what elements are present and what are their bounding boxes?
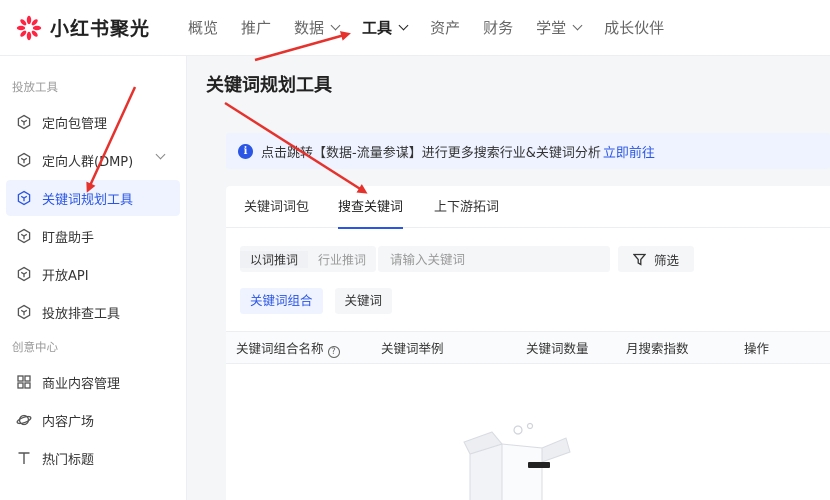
view-toggle: 关键词组合 关键词 <box>240 288 404 314</box>
filter-button[interactable]: 筛选 <box>618 246 695 272</box>
column-header-actions: 操作 <box>744 341 770 356</box>
brand-logo[interactable]: 小红书聚光 <box>16 14 188 41</box>
brand-logo-mark-icon <box>16 15 42 41</box>
table-header: 关键词组合名称? 关键词举例 关键词数量 月搜索指数 操作 <box>226 331 830 364</box>
nav-item-promotion[interactable]: 推广 <box>241 17 271 38</box>
nav-item-assets[interactable]: 资产 <box>430 17 460 38</box>
nav-item-finance[interactable]: 财务 <box>483 17 513 38</box>
nav-item-label: 财务 <box>483 19 514 37</box>
sidebar-item-hot-titles[interactable]: 热门标题 <box>6 440 180 476</box>
column-header-combination-name: 关键词组合名称? <box>236 332 340 365</box>
brand-name: 小红书聚光 <box>50 18 151 40</box>
hexagon-icon <box>16 266 32 282</box>
nav-item-label: 推广 <box>241 19 272 37</box>
chevron-down-icon <box>572 20 583 31</box>
nav-item-label: 工具 <box>362 19 393 37</box>
nav-item-label: 学堂 <box>536 19 567 37</box>
chevron-down-icon <box>330 20 341 31</box>
nav-item-data[interactable]: 数据 <box>294 17 341 38</box>
empty-state-illustration <box>462 422 582 500</box>
filter-icon <box>633 253 647 266</box>
search-mode-toggle: 以词推词 行业推词 <box>240 246 377 272</box>
hexagon-icon <box>16 114 32 130</box>
sidebar-item-keyword-planner[interactable]: 关键词规划工具 <box>6 180 180 216</box>
tab-search-keyword[interactable]: 搜查关键词 <box>338 186 404 229</box>
chevron-down-icon <box>398 20 409 31</box>
tab-keyword-package[interactable]: 关键词词包 <box>244 186 309 228</box>
sidebar: 投放工具 定向包管理 定向人群(DMP) 关键词规划工具 盯盘助手 开放API <box>0 56 187 500</box>
filter-label: 筛选 <box>654 252 680 268</box>
info-banner: i 点击跳转【数据-流量参谋】进行更多搜索行业&关键词分析 立即前往 <box>226 133 830 169</box>
sidebar-item-label: 关键词规划工具 <box>42 192 134 208</box>
sidebar-item-label: 定向包管理 <box>42 116 108 132</box>
text-icon <box>16 450 32 466</box>
sidebar-item-label: 商业内容管理 <box>42 376 121 392</box>
search-mode-word[interactable]: 以词推词 <box>240 250 309 268</box>
sidebar-item-label: 定向人群(DMP) <box>42 154 134 170</box>
nav-item-growth-partner[interactable]: 成长伙伴 <box>604 17 664 38</box>
sidebar-item-label: 投放排查工具 <box>42 306 121 322</box>
column-header-label: 关键词组合名称 <box>236 341 324 356</box>
banner-text: 点击跳转【数据-流量参谋】进行更多搜索行业&关键词分析 <box>261 145 601 161</box>
keyword-card: 关键词词包 搜查关键词 上下游拓词 以词推词 行业推词 筛选 关键词组合 关键词… <box>226 186 830 500</box>
tab-bar: 关键词词包 搜查关键词 上下游拓词 <box>226 186 830 229</box>
hexagon-icon <box>16 228 32 244</box>
column-header-examples: 关键词举例 <box>381 341 444 356</box>
hexagon-icon <box>16 152 32 168</box>
sidebar-item-open-api[interactable]: 开放API <box>6 256 180 292</box>
sidebar-item-business-content[interactable]: 商业内容管理 <box>6 364 180 400</box>
sidebar-item-targeting-package[interactable]: 定向包管理 <box>6 104 180 140</box>
info-icon: i <box>238 143 253 159</box>
chip-keyword[interactable]: 关键词 <box>334 288 393 314</box>
planet-icon <box>16 412 32 428</box>
sidebar-item-monitor-assistant[interactable]: 盯盘助手 <box>6 218 180 254</box>
search-row: 以词推词 行业推词 筛选 <box>240 246 695 272</box>
nav-item-label: 概览 <box>188 19 219 37</box>
nav-item-academy[interactable]: 学堂 <box>536 17 583 38</box>
sidebar-item-dmp[interactable]: 定向人群(DMP) <box>6 142 180 178</box>
grid-icon <box>16 374 32 390</box>
chevron-down-icon[interactable] <box>155 149 166 160</box>
tab-upstream-downstream[interactable]: 上下游拓词 <box>434 186 499 228</box>
search-mode-industry[interactable]: 行业推词 <box>308 251 376 268</box>
chip-keyword-combination[interactable]: 关键词组合 <box>240 288 323 314</box>
column-header-keyword-count: 关键词数量 <box>526 341 589 356</box>
keyword-search-input[interactable] <box>378 246 611 272</box>
top-bar: 小红书聚光 概览 推广 数据 工具 资产 财务 学堂 成长伙伴 <box>0 0 830 56</box>
sidebar-section-title: 投放工具 <box>12 80 58 94</box>
nav-item-tools[interactable]: 工具 <box>362 17 409 38</box>
column-header-monthly-search: 月搜索指数 <box>626 341 689 356</box>
nav-item-label: 资产 <box>430 19 461 37</box>
banner-link[interactable]: 立即前往 <box>603 142 655 161</box>
nav-item-label: 成长伙伴 <box>604 19 665 37</box>
nav-item-label: 数据 <box>294 19 325 37</box>
help-icon[interactable]: ? <box>327 346 340 359</box>
sidebar-item-content-square[interactable]: 内容广场 <box>6 402 180 438</box>
page-title: 关键词规划工具 <box>206 75 332 96</box>
sidebar-item-label: 开放API <box>42 268 89 284</box>
sidebar-item-label: 热门标题 <box>42 452 95 468</box>
sidebar-item-label: 盯盘助手 <box>42 230 95 246</box>
nav-item-overview[interactable]: 概览 <box>188 17 218 38</box>
main-nav: 概览 推广 数据 工具 资产 财务 学堂 成长伙伴 <box>188 0 687 56</box>
hexagon-icon <box>16 190 32 206</box>
hexagon-icon <box>16 304 32 320</box>
sidebar-section-title: 创意中心 <box>12 340 58 354</box>
sidebar-item-label: 内容广场 <box>42 414 95 430</box>
sidebar-item-troubleshooting-tool[interactable]: 投放排查工具 <box>6 294 180 330</box>
